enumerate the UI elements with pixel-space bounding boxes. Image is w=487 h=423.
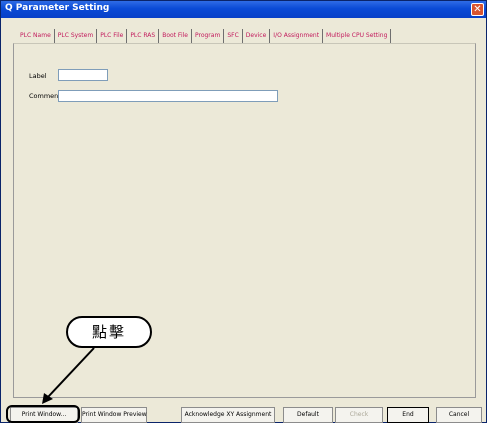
tab-sfc[interactable]: SFC	[224, 29, 243, 43]
print-window-preview-button[interactable]: Print Window Preview	[81, 407, 147, 423]
tab-plc-system[interactable]: PLC System	[55, 29, 98, 43]
tab-io-assignment[interactable]: I/O Assignment	[270, 29, 324, 43]
tab-multiple-cpu-setting[interactable]: Multiple CPU Setting	[323, 29, 392, 43]
comment-field[interactable]	[58, 90, 278, 102]
tab-plc-ras[interactable]: PLC RAS	[127, 29, 160, 43]
click-callout: 點擊	[66, 316, 152, 348]
tab-plc-file[interactable]: PLC File	[97, 29, 128, 43]
comment-caption: Comment	[29, 92, 61, 100]
check-button[interactable]: Check	[335, 407, 383, 423]
tab-program[interactable]: Program	[192, 29, 225, 43]
acknowledge-xy-assignment-button[interactable]: Acknowledge XY Assignment	[181, 407, 275, 423]
print-window-highlight	[6, 405, 80, 423]
tab-boot-file[interactable]: Boot File	[159, 29, 192, 43]
tab-strip: PLC Name PLC System PLC File PLC RAS Boo…	[17, 29, 392, 43]
title-bar[interactable]: Q Parameter Setting ✕	[1, 1, 486, 18]
close-icon: ✕	[473, 4, 482, 15]
label-caption: Label	[29, 72, 47, 80]
tab-device[interactable]: Device	[243, 29, 271, 43]
label-field[interactable]	[58, 69, 108, 81]
close-button[interactable]: ✕	[471, 3, 484, 16]
parameter-window: Q Parameter Setting ✕ PLC Name PLC Syste…	[0, 0, 487, 423]
end-button[interactable]: End	[387, 407, 429, 423]
tab-plc-name[interactable]: PLC Name	[17, 29, 55, 43]
cancel-button[interactable]: Cancel	[436, 407, 482, 423]
default-button[interactable]: Default	[283, 407, 333, 423]
window-title: Q Parameter Setting	[5, 3, 110, 13]
